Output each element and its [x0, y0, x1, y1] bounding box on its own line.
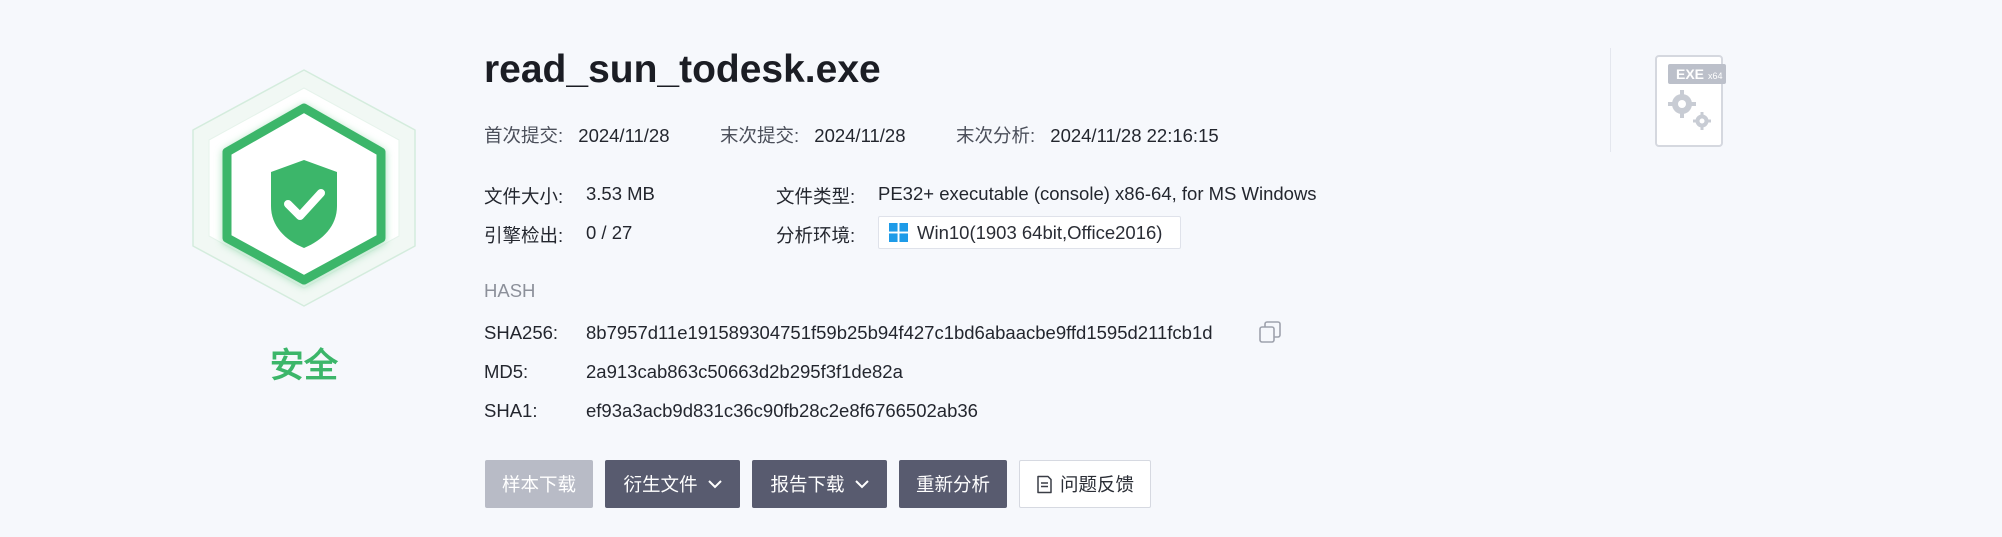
file-size-value: 3.53 MB [586, 183, 655, 204]
sha256-label: SHA256: [484, 322, 559, 343]
exe-file-icon: EXE x64 [1655, 55, 1726, 147]
report-download-button[interactable]: 报告下载 [752, 460, 887, 508]
sha1-label: SHA1: [484, 400, 538, 421]
verdict-badge [185, 68, 423, 308]
sample-download-label: 样本下载 [501, 475, 576, 496]
reanalyze-label: 重新分析 [915, 475, 990, 496]
file-size-label: 文件大小: [484, 186, 564, 207]
last-submit-label: 末次提交: [720, 125, 800, 146]
last-analysis-value: 2024/11/28 22:16:15 [1050, 125, 1219, 146]
file-report-header: 安全 read_sun_todesk.exe 首次提交: 2024/11/28 … [0, 0, 2002, 537]
chevron-down-icon [707, 479, 722, 488]
windows-logo-icon [889, 223, 908, 242]
feedback-doc-icon [1037, 475, 1052, 493]
report-download-label: 报告下载 [770, 475, 845, 496]
file-type-value: PE32+ executable (console) x86-64, for M… [878, 183, 1317, 204]
file-type-label: 文件类型: [776, 186, 856, 207]
last-submit-value: 2024/11/28 [814, 125, 906, 146]
filetype-label: EXE [1676, 66, 1704, 82]
copy-icon[interactable] [1257, 320, 1283, 346]
filetype-sub: x64 [1708, 71, 1723, 81]
first-submit-value: 2024/11/28 [578, 125, 670, 146]
sha1-value[interactable]: ef93a3acb9d831c36c90fb28c2e8f6766502ab36 [586, 400, 978, 422]
feedback-label: 问题反馈 [1059, 475, 1134, 496]
panel-divider [1610, 48, 1611, 152]
file-type-badge: EXE x64 [1654, 54, 1730, 148]
engines-value: 0 / 27 [586, 222, 633, 243]
first-submit: 首次提交: 2024/11/28 [484, 122, 670, 148]
md5-value[interactable]: 2a913cab863c50663d2b295f3f1de82a [586, 361, 903, 383]
sample-download-button[interactable]: 样本下载 [485, 460, 593, 508]
analysis-env-tag: Win10(1903 64bit,Office2016) [878, 216, 1181, 249]
last-analysis: 末次分析: 2024/11/28 22:16:15 [956, 122, 1219, 148]
sha256-value[interactable]: 8b7957d11e191589304751f59b25b94f427c1bd6… [586, 322, 1213, 344]
env-value: Win10(1903 64bit,Office2016) [917, 221, 1163, 243]
last-analysis-label: 末次分析: [956, 125, 1036, 146]
file-name: read_sun_todesk.exe [484, 48, 881, 91]
derived-files-button[interactable]: 衍生文件 [605, 460, 740, 508]
derived-files-label: 衍生文件 [623, 475, 698, 496]
reanalyze-button[interactable]: 重新分析 [899, 460, 1007, 508]
shield-check-icon [192, 69, 416, 307]
env-label: 分析环境: [776, 225, 856, 246]
chevron-down-icon [854, 479, 869, 488]
last-submit: 末次提交: 2024/11/28 [720, 122, 906, 148]
first-submit-label: 首次提交: [484, 125, 564, 146]
verdict-label: 安全 [270, 346, 338, 386]
md5-label: MD5: [484, 361, 529, 382]
hash-section-title: HASH [484, 280, 536, 301]
engines-label: 引擎检出: [484, 225, 564, 246]
feedback-button[interactable]: 问题反馈 [1019, 460, 1151, 508]
